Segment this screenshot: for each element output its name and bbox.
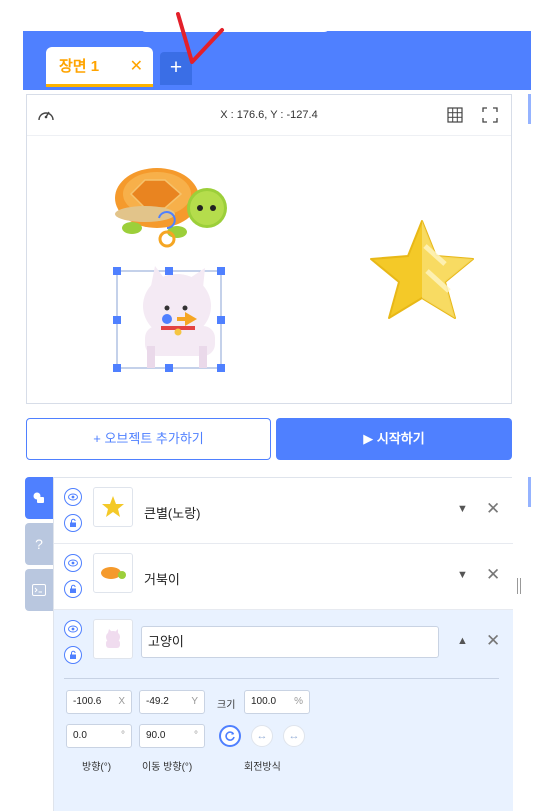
- chevron-down-icon[interactable]: ▼: [457, 503, 468, 515]
- direction-value: 0.0: [73, 730, 87, 741]
- move-direction-unit: °: [194, 730, 198, 741]
- move-direction-value: 90.0: [146, 730, 166, 741]
- stage-canvas[interactable]: [27, 135, 511, 405]
- cursor-coordinates: X : 176.6, Y : -127.4: [220, 109, 318, 121]
- direction-field[interactable]: 0.0 °: [66, 724, 132, 748]
- close-icon[interactable]: ✕: [486, 499, 500, 519]
- move-direction-field[interactable]: 90.0 °: [139, 724, 205, 748]
- object-thumbnail: [93, 619, 133, 659]
- chevron-up-icon[interactable]: ▲: [457, 635, 468, 647]
- help-tab[interactable]: ?: [25, 523, 53, 565]
- chevron-down-icon[interactable]: ▼: [457, 569, 468, 581]
- start-button[interactable]: ▶ 시작하기: [276, 418, 512, 460]
- star-sprite[interactable]: [370, 220, 474, 319]
- rotation-mode-label: 회전방식: [244, 762, 281, 773]
- direction-label: 방향(°): [82, 762, 112, 773]
- object-thumbnail: [93, 553, 133, 593]
- entry-editor: 장면 1 ✕ + X : 176.6, Y : -127.4 + 오브젝트 추가…: [0, 0, 539, 811]
- size-field[interactable]: 100.0 %: [244, 690, 310, 714]
- rotate-horizontal-icon[interactable]: ↔: [251, 725, 273, 747]
- header-notch: [140, 24, 330, 32]
- x-position-field[interactable]: -100.6 X: [66, 690, 132, 714]
- stage-toolbar: X : 176.6, Y : -127.4: [27, 95, 511, 135]
- annotation-check-mark: [176, 12, 224, 64]
- direction-unit: °: [121, 730, 125, 741]
- lock-icon[interactable]: [64, 514, 82, 532]
- x-value: -100.6: [73, 696, 102, 707]
- object-thumbnail: [93, 487, 133, 527]
- size-value: 100.0: [251, 696, 277, 707]
- close-icon[interactable]: ✕: [130, 56, 143, 76]
- eye-icon[interactable]: [64, 488, 82, 506]
- stage: X : 176.6, Y : -127.4: [26, 94, 512, 404]
- panel-edge-indicator: [528, 94, 531, 124]
- console-tab[interactable]: [25, 569, 53, 611]
- rotate-free-icon[interactable]: [219, 725, 241, 747]
- y-value: -49.2: [146, 696, 169, 707]
- lock-icon[interactable]: [64, 580, 82, 598]
- y-unit: Y: [191, 696, 198, 707]
- scene-tab-label: 장면 1: [59, 58, 100, 75]
- grid-icon[interactable]: [447, 107, 463, 128]
- close-icon[interactable]: ✕: [486, 631, 500, 651]
- list-item-star[interactable]: 큰별(노랑) ▼ ✕: [54, 478, 513, 544]
- object-properties: -100.6 X -49.2 Y 크기 100.0 % 0.0 ° 90.0 °: [54, 678, 513, 811]
- rotate-none-icon[interactable]: ↔: [283, 725, 305, 747]
- object-name: 큰별(노랑): [144, 506, 201, 521]
- lock-icon[interactable]: [64, 646, 82, 664]
- size-unit: %: [294, 696, 303, 707]
- fullscreen-icon[interactable]: [482, 107, 498, 128]
- cat-sprite[interactable]: [113, 266, 225, 372]
- panel-edge-indicator: [528, 477, 531, 507]
- tab-scene-1[interactable]: 장면 1 ✕: [46, 47, 153, 87]
- close-icon[interactable]: ✕: [486, 565, 500, 585]
- eye-icon[interactable]: [64, 620, 82, 638]
- object-list: 큰별(노랑) ▼ ✕ 거북이 ▼ ✕ 고양이 ▲ ✕ -100.6 X -49.…: [53, 477, 513, 811]
- add-object-button[interactable]: + 오브젝트 추가하기: [26, 418, 271, 460]
- size-label: 크기: [217, 700, 236, 711]
- move-direction-label: 이동 방향(°): [142, 762, 193, 773]
- y-position-field[interactable]: -49.2 Y: [139, 690, 205, 714]
- divider: [64, 678, 499, 679]
- object-name: 거북이: [144, 572, 180, 587]
- console-icon: [32, 584, 46, 596]
- object-name-input[interactable]: 고양이: [141, 626, 439, 658]
- list-item-cat[interactable]: 고양이 ▲ ✕: [54, 610, 513, 678]
- x-unit: X: [118, 696, 125, 707]
- object-tab-icon: [33, 492, 44, 503]
- resize-handle[interactable]: [517, 578, 523, 594]
- object-tab[interactable]: [25, 477, 53, 519]
- list-item-turtle[interactable]: 거북이 ▼ ✕: [54, 544, 513, 610]
- eye-icon[interactable]: [64, 554, 82, 572]
- turtle-sprite[interactable]: [115, 168, 227, 248]
